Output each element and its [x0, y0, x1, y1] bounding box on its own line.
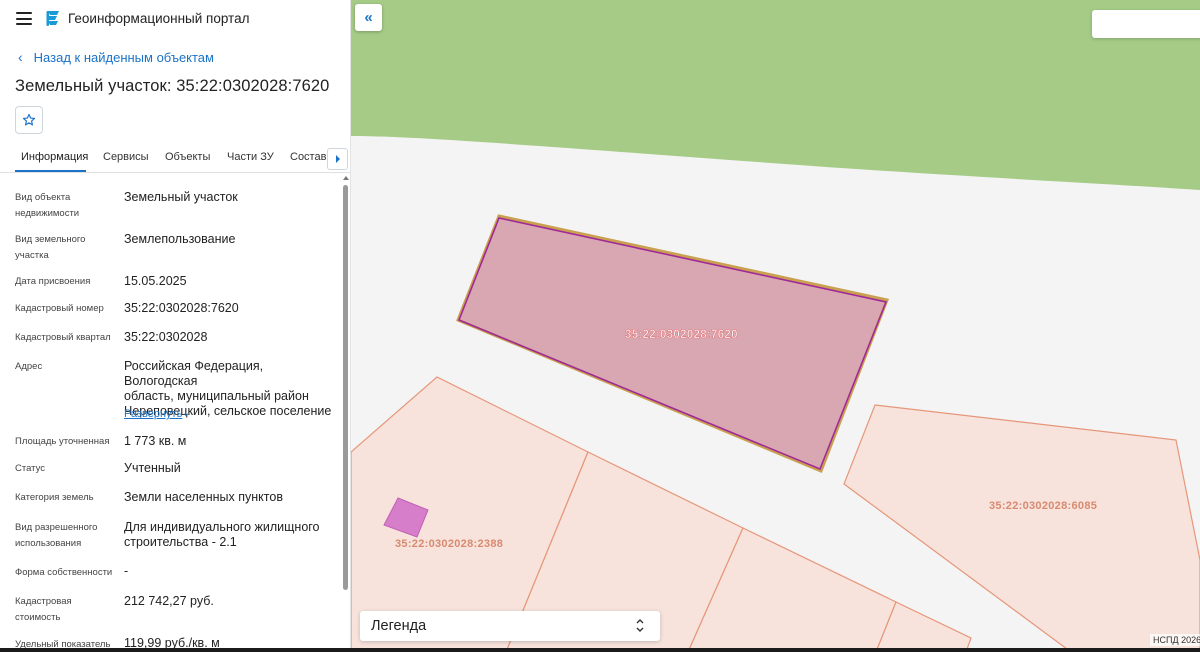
info-label: Кадастровый номер: [15, 303, 104, 314]
star-icon: [22, 113, 36, 126]
expand-address-link[interactable]: Развернуть: [124, 408, 182, 420]
info-label: Кадастровая стоимость: [15, 596, 72, 623]
scrollbar-thumb[interactable]: [343, 185, 348, 590]
info-label: Статус: [15, 463, 46, 474]
back-to-results-link[interactable]: ‹ Назад к найденным объектам: [18, 49, 214, 65]
info-label: Вид объекта недвижимости: [15, 192, 80, 219]
info-panel: Геоинформационный портал ‹ Назад к найде…: [0, 0, 351, 652]
info-value: Для индивидуального жилищного строительс…: [124, 520, 320, 549]
map-search-input[interactable]: [1092, 10, 1200, 38]
portal-logo-icon: [46, 11, 59, 26]
parcel-label-2388: 35:22:0302028:2388: [395, 538, 503, 550]
favorite-button[interactable]: [15, 106, 43, 134]
info-label: Кадастровый квартал: [15, 332, 111, 343]
caret-right-icon: [335, 155, 340, 163]
page-title: Земельный участок: 35:22:0302028:7620: [15, 77, 330, 95]
tab-parcel-parts[interactable]: Части ЗУ: [227, 151, 274, 163]
map-view[interactable]: 35:22:0302028:7620 35:22:0302028:2388 35…: [351, 0, 1200, 652]
legend-label: Легенда: [371, 618, 427, 634]
info-value: Землепользование: [124, 232, 236, 246]
info-value: 1 773 кв. м: [124, 434, 187, 448]
double-chevron-left-icon: «: [364, 9, 373, 26]
menu-icon[interactable]: [16, 12, 32, 25]
chevron-down-icon[interactable]: ⌄: [182, 408, 190, 419]
tab-information[interactable]: Информация: [21, 151, 88, 163]
collapse-panel-button[interactable]: «: [355, 4, 382, 31]
info-value: Земельный участок: [124, 190, 238, 204]
green-area: [351, 0, 1200, 190]
info-label: Категория земель: [15, 492, 94, 503]
legend-selector[interactable]: Легенда: [360, 611, 660, 641]
top-bar: Геоинформационный портал: [0, 0, 350, 38]
active-tab-indicator: [15, 170, 86, 172]
info-label: Адрес: [15, 361, 43, 372]
tab-bar: Информация Сервисы Объекты Части ЗУ Сост…: [0, 144, 350, 173]
info-value: Учтенный: [124, 461, 181, 475]
info-value: 212 742,27 руб.: [124, 594, 214, 608]
info-value: 15.05.2025: [124, 274, 187, 288]
back-link-label: Назад к найденным объектам: [33, 49, 214, 65]
info-label: Дата присвоения: [15, 276, 91, 287]
info-value: -: [124, 564, 129, 578]
info-label: Площадь уточненная: [15, 436, 110, 447]
info-value: Земли населенных пунктов: [124, 490, 283, 504]
tabs-scroll-right-button[interactable]: [327, 148, 348, 170]
map-attribution: НСПД 2026: [1150, 634, 1200, 646]
scroll-up-arrow-icon[interactable]: [343, 176, 349, 180]
map-canvas[interactable]: 35:22:0302028:7620 35:22:0302028:2388 35…: [351, 0, 1200, 652]
bottom-edge: [0, 648, 1200, 652]
info-label: Вид разрешенного использования: [15, 522, 98, 549]
app-title: Геоинформационный портал: [68, 11, 250, 26]
tab-services[interactable]: Сервисы: [103, 151, 149, 163]
up-down-chevron-icon[interactable]: [635, 617, 645, 634]
chevron-left-icon: ‹: [18, 49, 23, 65]
info-label: Форма собственности: [15, 567, 113, 578]
parcel-label-7620: 35:22:0302028:7620: [625, 329, 738, 341]
tab-composition[interactable]: Состав: [290, 151, 326, 163]
info-list: Вид объекта недвижимости Земельный участ…: [0, 174, 350, 652]
parcel-label-6085: 35:22:0302028:6085: [989, 500, 1097, 512]
info-label: Вид земельного участка: [15, 234, 86, 261]
info-value: 35:22:0302028:7620: [124, 301, 239, 315]
tab-objects[interactable]: Объекты: [165, 151, 210, 163]
info-value: 35:22:0302028: [124, 330, 208, 344]
